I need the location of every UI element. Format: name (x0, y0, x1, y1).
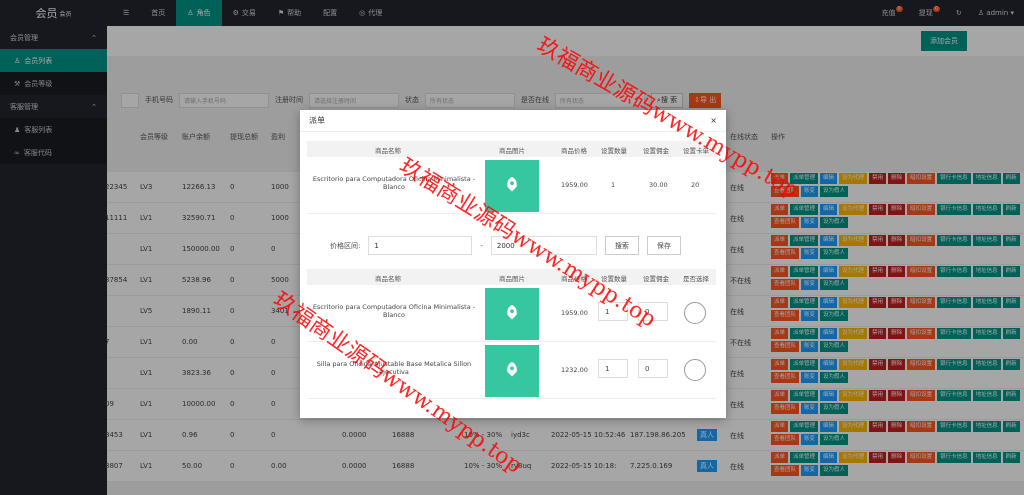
product-commission: 30.00 (649, 181, 668, 189)
col-price: 商品价格 (561, 275, 587, 283)
qty-input[interactable]: 1 (598, 302, 628, 321)
select-radio[interactable] (684, 359, 706, 381)
col-price: 商品价格 (561, 147, 587, 155)
product-price: 1959.00 (561, 181, 588, 189)
close-icon[interactable]: × (710, 116, 717, 125)
price-min-input[interactable]: 1 (368, 236, 473, 255)
product-image (485, 288, 539, 340)
modal-title: 派单 (309, 116, 325, 125)
rocket-icon (507, 176, 517, 192)
price-max-input[interactable]: 2000 (490, 236, 597, 255)
col-image: 商品图片 (499, 147, 525, 155)
top-table: 商品名称 商品图片 商品价格 设置数量 设置佣金 设置卡单 Escritorio… (307, 141, 716, 214)
modal-search-button[interactable]: 搜索 (604, 236, 639, 255)
col-name: 商品名称 (375, 275, 401, 283)
product-price: 1959.00 (561, 309, 588, 317)
product-image (485, 160, 539, 212)
product-image (485, 345, 539, 397)
col-select: 是否选择 (683, 275, 709, 283)
col-name: 商品名称 (375, 147, 401, 155)
dispatch-modal: 派单 × 商品名称 商品图片 商品价格 设置数量 设置佣金 设置卡单 Escrit… (300, 110, 726, 418)
price-separator: - (480, 241, 483, 250)
product-row: Escritorio para Computadora Oficina Mini… (307, 285, 716, 342)
col-card: 设置卡单 (683, 147, 709, 155)
modal-header: 派单 × (300, 110, 726, 132)
price-label: 价格区间: (330, 241, 361, 250)
top-table-header: 商品名称 商品图片 商品价格 设置数量 设置佣金 设置卡单 (307, 141, 716, 157)
col-qty: 设置数量 (601, 275, 627, 283)
col-qty: 设置数量 (601, 147, 627, 155)
product-row: Silla para Oficina Ajustable Base Metali… (307, 342, 716, 399)
col-commission: 设置佣金 (643, 275, 669, 283)
product-table-header: 商品名称 商品图片 商品价格 设置数量 设置佣金 是否选择 (307, 269, 716, 285)
select-radio[interactable] (684, 302, 706, 324)
commission-input[interactable]: 0 (638, 302, 668, 321)
top-table-row: Escritorio para Computadora Oficina Mini… (307, 157, 716, 214)
col-commission: 设置佣金 (643, 147, 669, 155)
product-name: Silla para Oficina Ajustable Base Metali… (316, 360, 472, 376)
product-price: 1232.00 (561, 366, 588, 374)
rocket-icon (507, 304, 517, 320)
product-name: Escritorio para Computadora Oficina Mini… (312, 175, 476, 191)
product-card: 20 (691, 181, 700, 189)
commission-input[interactable]: 0 (638, 359, 668, 378)
qty-input[interactable]: 1 (598, 359, 628, 378)
product-qty: 1 (611, 181, 616, 189)
modal-save-button[interactable]: 保存 (646, 236, 681, 255)
product-table: 商品名称 商品图片 商品价格 设置数量 设置佣金 是否选择 Escritorio… (307, 269, 716, 399)
product-name: Escritorio para Computadora Oficina Mini… (312, 303, 476, 319)
col-image: 商品图片 (499, 275, 525, 283)
price-filter: 价格区间: 1 - 2000 搜索 保存 (330, 236, 681, 255)
rocket-icon (507, 361, 517, 377)
